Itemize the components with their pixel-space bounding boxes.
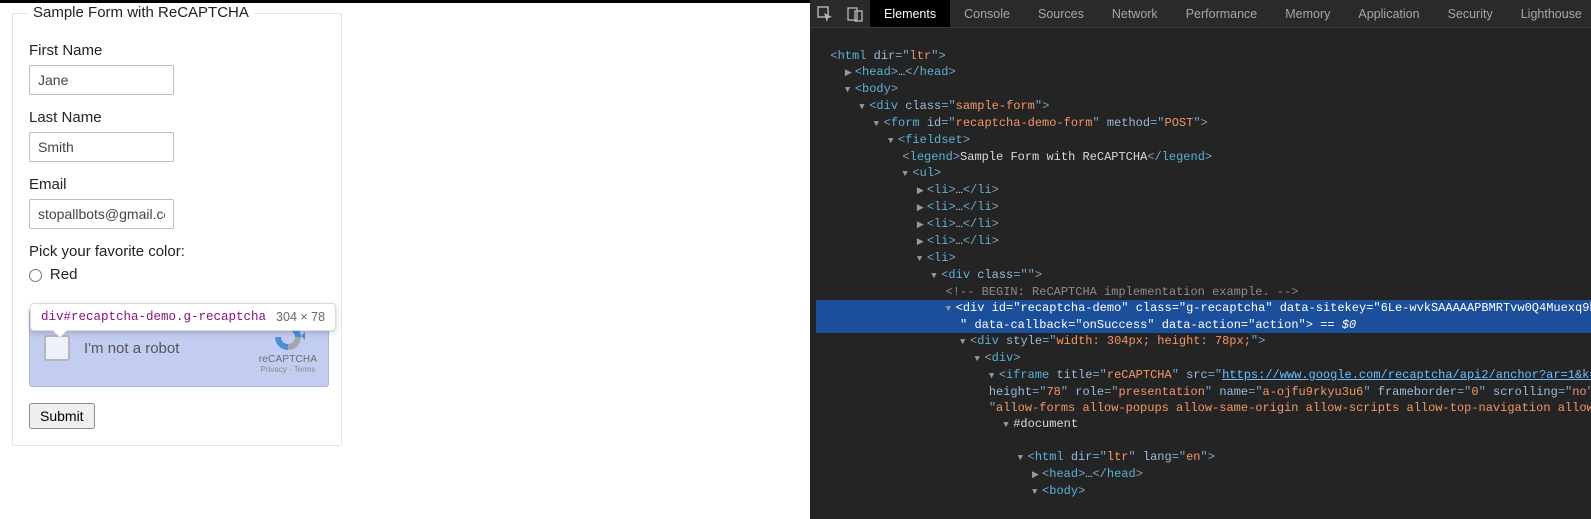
form-legend: Sample Form with ReCAPTCHA	[27, 4, 255, 21]
last-name-label: Last Name	[29, 109, 325, 126]
sample-form: Sample Form with ReCAPTCHA First Name La…	[12, 13, 342, 446]
tab-application[interactable]: Application	[1344, 0, 1433, 27]
color-label: Pick your favorite color:	[29, 243, 325, 260]
devtools-toolbar: Elements Console Sources Network Perform…	[810, 0, 1591, 28]
color-option-red[interactable]: Red	[50, 266, 78, 283]
first-name-label: First Name	[29, 42, 325, 59]
email-label: Email	[29, 176, 325, 193]
tab-performance[interactable]: Performance	[1172, 0, 1272, 27]
recaptcha-text: I'm not a robot	[84, 340, 179, 357]
tab-sources[interactable]: Sources	[1024, 0, 1098, 27]
color-radio-red[interactable]	[29, 269, 42, 282]
email-input[interactable]	[29, 199, 174, 229]
last-name-input[interactable]	[29, 132, 174, 162]
device-toolbar-icon[interactable]	[840, 0, 870, 27]
tab-console[interactable]: Console	[950, 0, 1024, 27]
tab-memory[interactable]: Memory	[1271, 0, 1344, 27]
tab-elements[interactable]: Elements	[870, 0, 950, 27]
dom-tree[interactable]: <html dir="ltr"> <head>…</head> <body> <…	[810, 28, 1591, 519]
inspect-tooltip: div#recaptcha-demo.g-recaptcha 304 × 78	[30, 303, 336, 331]
tab-security[interactable]: Security	[1434, 0, 1507, 27]
dom-selected-node[interactable]: <div id="recaptcha-demo" class="g-recapt…	[816, 300, 1591, 317]
tab-network[interactable]: Network	[1098, 0, 1172, 27]
submit-button[interactable]: Submit	[29, 403, 95, 429]
first-name-input[interactable]	[29, 65, 174, 95]
tooltip-selector: div#recaptcha-demo.g-recaptcha	[41, 310, 266, 324]
devtools-panel: Elements Console Sources Network Perform…	[810, 0, 1591, 519]
recaptcha-checkbox[interactable]	[44, 335, 70, 361]
tooltip-dimensions: 304 × 78	[276, 310, 325, 324]
tab-lighthouse[interactable]: Lighthouse	[1507, 0, 1591, 27]
inspect-element-icon[interactable]	[810, 0, 840, 27]
